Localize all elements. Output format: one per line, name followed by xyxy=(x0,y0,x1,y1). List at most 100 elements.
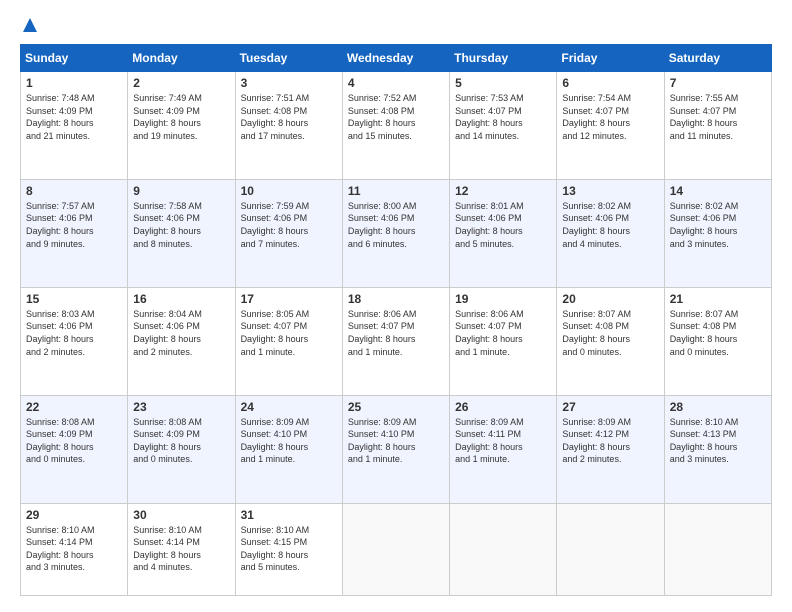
calendar-row: 22 Sunrise: 8:08 AMSunset: 4:09 PMDayligh… xyxy=(21,395,772,503)
day-number: 17 xyxy=(241,292,337,306)
calendar-cell: 16 Sunrise: 8:04 AMSunset: 4:06 PMDayligh… xyxy=(128,287,235,395)
calendar-cell: 11 Sunrise: 8:00 AMSunset: 4:06 PMDayligh… xyxy=(342,179,449,287)
day-number: 8 xyxy=(26,184,122,198)
day-number: 7 xyxy=(670,76,766,90)
calendar-cell xyxy=(557,503,664,595)
calendar-cell: 22 Sunrise: 8:08 AMSunset: 4:09 PMDayligh… xyxy=(21,395,128,503)
day-number: 4 xyxy=(348,76,444,90)
logo-icon xyxy=(21,16,39,34)
weekday-header: Monday xyxy=(128,45,235,72)
cell-details: Sunrise: 8:04 AMSunset: 4:06 PMDaylight:… xyxy=(133,308,229,358)
calendar-cell: 26 Sunrise: 8:09 AMSunset: 4:11 PMDayligh… xyxy=(450,395,557,503)
day-number: 6 xyxy=(562,76,658,90)
calendar-cell: 10 Sunrise: 7:59 AMSunset: 4:06 PMDayligh… xyxy=(235,179,342,287)
calendar-cell: 23 Sunrise: 8:08 AMSunset: 4:09 PMDayligh… xyxy=(128,395,235,503)
calendar-cell: 6 Sunrise: 7:54 AMSunset: 4:07 PMDaylight… xyxy=(557,72,664,180)
calendar-row: 29Sunrise: 8:10 AMSunset: 4:14 PMDayligh… xyxy=(21,503,772,595)
cell-details: Sunrise: 7:53 AMSunset: 4:07 PMDaylight:… xyxy=(455,92,551,142)
cell-details: Sunrise: 8:00 AMSunset: 4:06 PMDaylight:… xyxy=(348,200,444,250)
cell-details: Sunrise: 8:10 AMSunset: 4:14 PMDaylight:… xyxy=(133,524,229,574)
day-number: 25 xyxy=(348,400,444,414)
calendar-cell: 29Sunrise: 8:10 AMSunset: 4:14 PMDayligh… xyxy=(21,503,128,595)
cell-details: Sunrise: 8:07 AMSunset: 4:08 PMDaylight:… xyxy=(562,308,658,358)
calendar-cell: 24 Sunrise: 8:09 AMSunset: 4:10 PMDayligh… xyxy=(235,395,342,503)
day-number: 26 xyxy=(455,400,551,414)
calendar-cell: 25 Sunrise: 8:09 AMSunset: 4:10 PMDayligh… xyxy=(342,395,449,503)
cell-details: Sunrise: 8:03 AMSunset: 4:06 PMDaylight:… xyxy=(26,308,122,358)
day-number: 15 xyxy=(26,292,122,306)
weekday-header: Friday xyxy=(557,45,664,72)
day-number: 2 xyxy=(133,76,229,90)
calendar-cell: 20 Sunrise: 8:07 AMSunset: 4:08 PMDayligh… xyxy=(557,287,664,395)
calendar-cell: 14 Sunrise: 8:02 AMSunset: 4:06 PMDayligh… xyxy=(664,179,771,287)
day-number: 11 xyxy=(348,184,444,198)
day-number: 28 xyxy=(670,400,766,414)
cell-details: Sunrise: 7:55 AMSunset: 4:07 PMDaylight:… xyxy=(670,92,766,142)
weekday-header: Saturday xyxy=(664,45,771,72)
cell-details: Sunrise: 8:09 AMSunset: 4:11 PMDaylight:… xyxy=(455,416,551,466)
cell-details: Sunrise: 8:01 AMSunset: 4:06 PMDaylight:… xyxy=(455,200,551,250)
cell-details: Sunrise: 8:10 AMSunset: 4:14 PMDaylight:… xyxy=(26,524,122,574)
weekday-header: Thursday xyxy=(450,45,557,72)
day-number: 16 xyxy=(133,292,229,306)
logo xyxy=(20,16,40,34)
calendar-cell: 9Sunrise: 7:58 AMSunset: 4:06 PMDaylight… xyxy=(128,179,235,287)
calendar-table: SundayMondayTuesdayWednesdayThursdayFrid… xyxy=(20,44,772,596)
page: SundayMondayTuesdayWednesdayThursdayFrid… xyxy=(0,0,792,612)
day-number: 9 xyxy=(133,184,229,198)
day-number: 5 xyxy=(455,76,551,90)
calendar-cell: 28 Sunrise: 8:10 AMSunset: 4:13 PMDayligh… xyxy=(664,395,771,503)
cell-details: Sunrise: 8:05 AMSunset: 4:07 PMDaylight:… xyxy=(241,308,337,358)
calendar-cell: 15 Sunrise: 8:03 AMSunset: 4:06 PMDayligh… xyxy=(21,287,128,395)
day-number: 31 xyxy=(241,508,337,522)
calendar-cell xyxy=(664,503,771,595)
calendar-cell: 19 Sunrise: 8:06 AMSunset: 4:07 PMDayligh… xyxy=(450,287,557,395)
day-number: 30 xyxy=(133,508,229,522)
cell-details: Sunrise: 7:59 AMSunset: 4:06 PMDaylight:… xyxy=(241,200,337,250)
calendar-cell: 31 Sunrise: 8:10 AMSunset: 4:15 PMDayligh… xyxy=(235,503,342,595)
day-number: 14 xyxy=(670,184,766,198)
calendar-row: 1 Sunrise: 7:48 AMSunset: 4:09 PMDaylight… xyxy=(21,72,772,180)
calendar-cell xyxy=(342,503,449,595)
calendar-cell: 30 Sunrise: 8:10 AMSunset: 4:14 PMDayligh… xyxy=(128,503,235,595)
cell-details: Sunrise: 7:51 AMSunset: 4:08 PMDaylight:… xyxy=(241,92,337,142)
header xyxy=(20,16,772,34)
cell-details: Sunrise: 7:49 AMSunset: 4:09 PMDaylight:… xyxy=(133,92,229,142)
calendar-cell: 8 Sunrise: 7:57 AMSunset: 4:06 PMDaylight… xyxy=(21,179,128,287)
cell-details: Sunrise: 7:57 AMSunset: 4:06 PMDaylight:… xyxy=(26,200,122,250)
weekday-header: Wednesday xyxy=(342,45,449,72)
calendar-cell: 13 Sunrise: 8:02 AMSunset: 4:06 PMDayligh… xyxy=(557,179,664,287)
cell-details: Sunrise: 7:54 AMSunset: 4:07 PMDaylight:… xyxy=(562,92,658,142)
day-number: 12 xyxy=(455,184,551,198)
calendar-row: 15 Sunrise: 8:03 AMSunset: 4:06 PMDayligh… xyxy=(21,287,772,395)
cell-details: Sunrise: 7:52 AMSunset: 4:08 PMDaylight:… xyxy=(348,92,444,142)
day-number: 22 xyxy=(26,400,122,414)
cell-details: Sunrise: 8:09 AMSunset: 4:10 PMDaylight:… xyxy=(348,416,444,466)
cell-details: Sunrise: 8:02 AMSunset: 4:06 PMDaylight:… xyxy=(670,200,766,250)
cell-details: Sunrise: 8:07 AMSunset: 4:08 PMDaylight:… xyxy=(670,308,766,358)
calendar-row: 8 Sunrise: 7:57 AMSunset: 4:06 PMDaylight… xyxy=(21,179,772,287)
cell-details: Sunrise: 8:02 AMSunset: 4:06 PMDaylight:… xyxy=(562,200,658,250)
cell-details: Sunrise: 8:10 AMSunset: 4:15 PMDaylight:… xyxy=(241,524,337,574)
day-number: 10 xyxy=(241,184,337,198)
day-number: 3 xyxy=(241,76,337,90)
day-number: 1 xyxy=(26,76,122,90)
cell-details: Sunrise: 7:48 AMSunset: 4:09 PMDaylight:… xyxy=(26,92,122,142)
cell-details: Sunrise: 8:10 AMSunset: 4:13 PMDaylight:… xyxy=(670,416,766,466)
calendar-cell: 18Sunrise: 8:06 AMSunset: 4:07 PMDayligh… xyxy=(342,287,449,395)
day-number: 20 xyxy=(562,292,658,306)
day-number: 19 xyxy=(455,292,551,306)
cell-details: Sunrise: 8:08 AMSunset: 4:09 PMDaylight:… xyxy=(133,416,229,466)
cell-details: Sunrise: 8:09 AMSunset: 4:10 PMDaylight:… xyxy=(241,416,337,466)
cell-details: Sunrise: 8:06 AMSunset: 4:07 PMDaylight:… xyxy=(455,308,551,358)
day-number: 13 xyxy=(562,184,658,198)
day-number: 23 xyxy=(133,400,229,414)
calendar-cell: 1 Sunrise: 7:48 AMSunset: 4:09 PMDaylight… xyxy=(21,72,128,180)
day-number: 27 xyxy=(562,400,658,414)
day-number: 24 xyxy=(241,400,337,414)
day-number: 18 xyxy=(348,292,444,306)
calendar-cell xyxy=(450,503,557,595)
calendar-cell: 7 Sunrise: 7:55 AMSunset: 4:07 PMDaylight… xyxy=(664,72,771,180)
cell-details: Sunrise: 8:08 AMSunset: 4:09 PMDaylight:… xyxy=(26,416,122,466)
calendar-cell: 5 Sunrise: 7:53 AMSunset: 4:07 PMDaylight… xyxy=(450,72,557,180)
